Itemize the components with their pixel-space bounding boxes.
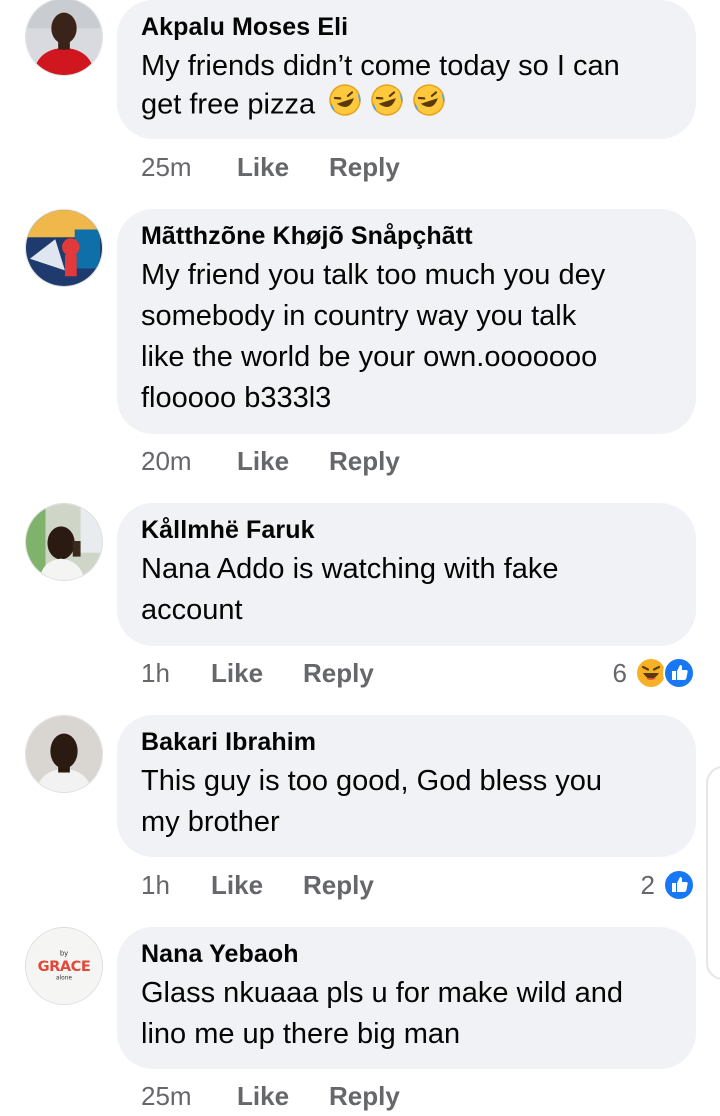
author-name[interactable]: Kållmhë Faruk	[141, 516, 672, 544]
like-button[interactable]: Like	[211, 865, 263, 905]
avatar-text-top: by	[60, 949, 68, 957]
like-button[interactable]: Like	[237, 441, 289, 481]
reply-button[interactable]: Reply	[329, 441, 400, 481]
reaction-summary[interactable]: 6	[613, 653, 695, 693]
reply-button[interactable]: Reply	[329, 147, 400, 187]
floating-side-tab[interactable]	[706, 766, 720, 980]
avatar[interactable]	[25, 503, 103, 581]
comment-line: somebody in country way you talk	[141, 300, 577, 332]
comment-bubble[interactable]: Nana Yebaoh Glass nkuaaa pls u for make …	[117, 927, 696, 1069]
timestamp[interactable]: 20m	[141, 441, 192, 481]
comment-line: account	[141, 594, 243, 626]
timestamp[interactable]: 1h	[141, 865, 170, 905]
avatar-text-main: GRACE	[38, 958, 91, 975]
timestamp[interactable]: 25m	[141, 147, 192, 187]
laughing-tears-emoji	[411, 83, 447, 129]
avatar-text-bottom: alone	[56, 976, 72, 982]
reaction-summary[interactable]: 2	[641, 865, 695, 905]
avatar[interactable]	[25, 209, 103, 287]
reaction-count: 2	[640, 869, 655, 900]
comment-bubble[interactable]: Akpalu Moses Eli My friends didn’t come …	[117, 0, 696, 139]
comment-text: This guy is too good, God bless you my b…	[141, 761, 672, 843]
reply-button[interactable]: Reply	[329, 1076, 400, 1116]
like-button[interactable]: Like	[237, 1076, 289, 1116]
comment-text: Glass nkuaaa pls u for make wild and lin…	[141, 973, 672, 1055]
reply-button[interactable]: Reply	[303, 653, 374, 693]
laughing-tears-emoji	[327, 83, 363, 129]
author-name[interactable]: Nana Yebaoh	[141, 940, 672, 968]
comment-line: This guy is too good, God bless you	[141, 765, 603, 797]
comment-line: like the world be your own.ooooooo	[141, 341, 598, 373]
author-name[interactable]: Mãtthzõne Khøjõ Snåpçhãtt	[141, 222, 672, 250]
comment-line: My friends didn’t come today so I can	[141, 50, 620, 82]
like-button[interactable]: Like	[211, 653, 263, 693]
avatar[interactable]	[25, 0, 103, 76]
comment-bubble[interactable]: Kållmhë Faruk Nana Addo is watching with…	[117, 503, 696, 646]
comment-bubble[interactable]: Mãtthzõne Khøjõ Snåpçhãtt My friend you …	[117, 209, 696, 434]
laughing-tears-emoji	[369, 83, 405, 129]
comment-line: get free pizza	[141, 88, 316, 121]
avatar[interactable]	[25, 715, 103, 793]
like-reaction-icon	[663, 869, 695, 901]
comment-text: My friend you talk too much you dey some…	[141, 255, 672, 419]
author-name[interactable]: Bakari Ibrahim	[141, 728, 672, 756]
avatar[interactable]: by GRACE alone	[25, 927, 103, 1005]
comment-line: lino me up there big man	[141, 1018, 461, 1050]
comment-line: My friend you talk too much you dey	[141, 259, 606, 291]
reply-button[interactable]: Reply	[303, 865, 374, 905]
reaction-count: 6	[612, 657, 627, 688]
comment-line: my brother	[141, 806, 280, 838]
comment-line: Glass nkuaaa pls u for make wild and	[141, 977, 623, 1009]
timestamp[interactable]: 25m	[141, 1076, 192, 1116]
comment-line-with-emoji: get free pizza	[141, 83, 672, 129]
like-button[interactable]: Like	[237, 147, 289, 187]
timestamp[interactable]: 1h	[141, 653, 170, 693]
comment-line: Nana Addo is watching with fake	[141, 553, 559, 585]
like-reaction-icon	[663, 657, 695, 689]
comment-text: Nana Addo is watching with fake account	[141, 549, 672, 631]
comment-bubble[interactable]: Bakari Ibrahim This guy is too good, God…	[117, 715, 696, 857]
comment-text: My friends didn’t come today so I can ge…	[141, 46, 672, 129]
comment-line: flooooo b333l3	[141, 382, 332, 414]
author-name[interactable]: Akpalu Moses Eli	[141, 13, 672, 41]
